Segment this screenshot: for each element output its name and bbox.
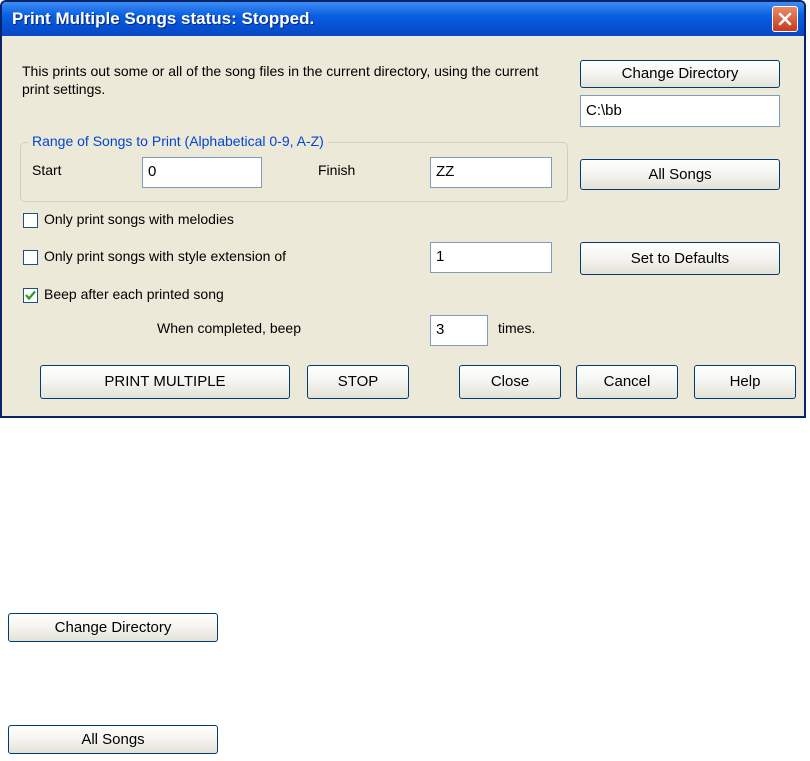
dialog-close-button[interactable]: Close bbox=[459, 365, 561, 399]
all-songs-button[interactable]: All Songs bbox=[580, 159, 780, 190]
checkmark-icon bbox=[25, 290, 36, 301]
start-label: Start bbox=[32, 162, 62, 178]
standalone-change-directory-button[interactable]: Change Directory bbox=[8, 613, 218, 642]
directory-field[interactable]: C:\bb bbox=[580, 95, 780, 127]
when-completed-label: When completed, beep bbox=[157, 320, 301, 336]
style-extension-field[interactable]: 1 bbox=[430, 242, 552, 273]
melodies-only-checkbox[interactable] bbox=[23, 213, 38, 228]
dialog-title: Print Multiple Songs status: Stopped. bbox=[12, 9, 315, 28]
range-group-title: Range of Songs to Print (Alphabetical 0-… bbox=[28, 133, 328, 149]
stop-button[interactable]: STOP bbox=[307, 365, 409, 399]
change-directory-label: Change Directory bbox=[621, 65, 739, 82]
help-label: Help bbox=[729, 373, 761, 390]
print-multiple-button[interactable]: PRINT MULTIPLE bbox=[40, 365, 290, 399]
set-to-defaults-button[interactable]: Set to Defaults bbox=[580, 242, 780, 275]
beep-each-label: Beep after each printed song bbox=[44, 286, 224, 302]
melodies-only-label: Only print songs with melodies bbox=[44, 211, 234, 227]
finish-label: Finish bbox=[318, 162, 356, 178]
close-icon bbox=[778, 12, 792, 26]
print-multiple-songs-dialog: Print Multiple Songs status: Stopped. Th… bbox=[0, 0, 806, 418]
cancel-label: Cancel bbox=[603, 373, 651, 390]
standalone-all-songs-button[interactable]: All Songs bbox=[8, 725, 218, 754]
style-extension-label: Only print songs with style extension of bbox=[44, 248, 287, 264]
print-multiple-label: PRINT MULTIPLE bbox=[104, 373, 226, 390]
description-text: This prints out some or all of the song … bbox=[22, 63, 539, 97]
finish-field[interactable]: ZZ bbox=[430, 157, 552, 188]
start-field[interactable]: 0 bbox=[142, 157, 262, 188]
close-window-button[interactable] bbox=[772, 6, 798, 32]
times-label: times. bbox=[498, 320, 536, 336]
standalone-all-songs-label: All Songs bbox=[81, 731, 145, 748]
stop-label: STOP bbox=[337, 373, 379, 390]
change-directory-button[interactable]: Change Directory bbox=[580, 60, 780, 88]
style-extension-checkbox[interactable] bbox=[23, 250, 38, 265]
cancel-button[interactable]: Cancel bbox=[576, 365, 678, 399]
standalone-change-directory-label: Change Directory bbox=[54, 619, 172, 636]
set-to-defaults-label: Set to Defaults bbox=[630, 250, 730, 267]
close-label: Close bbox=[490, 373, 530, 390]
help-button[interactable]: Help bbox=[694, 365, 796, 399]
all-songs-label: All Songs bbox=[648, 166, 712, 183]
beep-count-field[interactable]: 3 bbox=[430, 315, 488, 346]
title-bar[interactable]: Print Multiple Songs status: Stopped. bbox=[2, 2, 804, 36]
beep-each-checkbox[interactable] bbox=[23, 288, 38, 303]
